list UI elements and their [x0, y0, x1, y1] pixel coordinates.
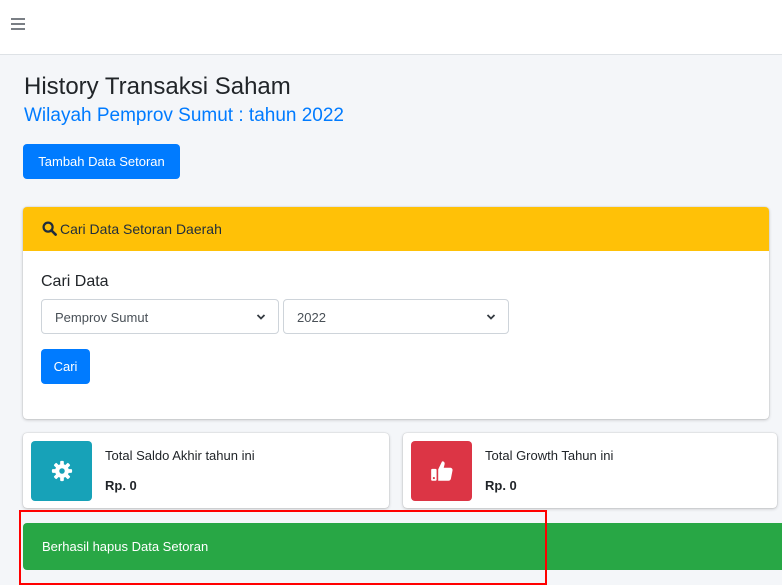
tahun-select-value: 2022	[297, 310, 326, 325]
chevron-down-icon	[486, 314, 496, 320]
search-submit-button[interactable]: Cari	[41, 349, 90, 384]
hamburger-menu-icon[interactable]	[11, 18, 25, 30]
top-navbar	[0, 0, 782, 55]
saldo-icon-box	[31, 441, 92, 501]
page-subtitle: Wilayah Pemprov Sumut : tahun 2022	[24, 105, 345, 126]
page-title: History Transaksi Saham	[24, 73, 291, 100]
search-card-title: Cari Data Setoran Daerah	[60, 221, 222, 237]
saldo-value: Rp. 0	[105, 478, 137, 493]
search-icon	[42, 221, 57, 236]
gear-icon	[51, 460, 72, 482]
search-card-header: Cari Data Setoran Daerah	[23, 207, 769, 251]
search-card: Cari Data Setoran Daerah Cari Data Pempr…	[23, 207, 769, 419]
growth-value: Rp. 0	[485, 478, 517, 493]
growth-info-box: Total Growth Tahun ini Rp. 0	[403, 433, 777, 508]
thumbs-up-icon	[430, 461, 453, 481]
saldo-info-box: Total Saldo Akhir tahun ini Rp. 0	[23, 433, 389, 508]
wilayah-select[interactable]: Pemprov Sumut	[41, 299, 279, 334]
search-field-label: Cari Data	[41, 273, 109, 290]
wilayah-select-value: Pemprov Sumut	[55, 310, 149, 325]
saldo-label: Total Saldo Akhir tahun ini	[105, 448, 255, 463]
growth-icon-box	[411, 441, 472, 501]
tahun-select[interactable]: 2022	[283, 299, 509, 334]
add-data-setoran-button[interactable]: Tambah Data Setoran	[23, 144, 180, 179]
success-alert-message: Berhasil hapus Data Setoran	[42, 539, 209, 554]
growth-label: Total Growth Tahun ini	[485, 448, 614, 463]
success-alert: Berhasil hapus Data Setoran	[23, 523, 782, 570]
chevron-down-icon	[256, 314, 266, 320]
